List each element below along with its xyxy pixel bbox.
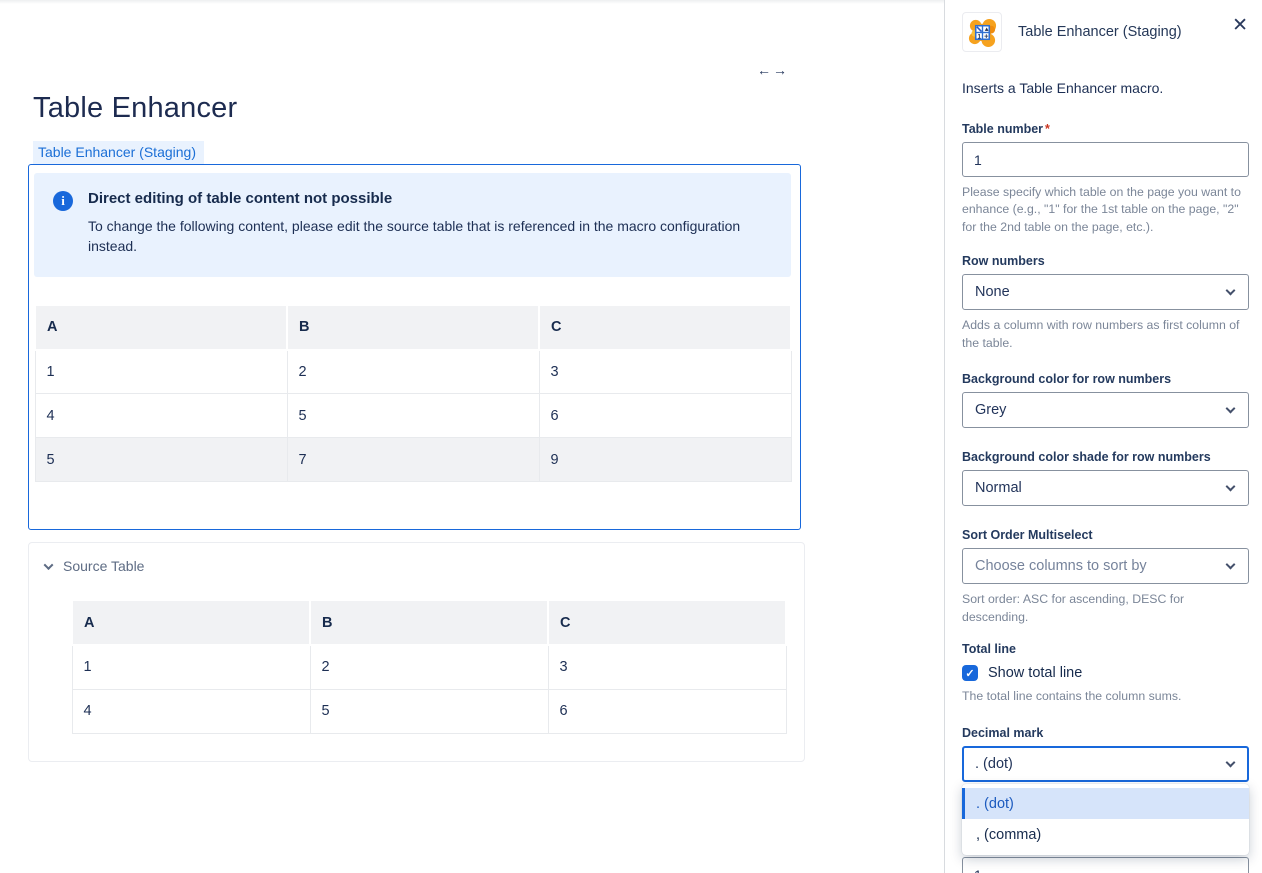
svg-text:+: + <box>984 31 988 40</box>
table-cell: 9 <box>539 438 791 482</box>
header-cell: B <box>310 600 548 645</box>
row-numbers-select[interactable]: None <box>962 274 1249 310</box>
field-label-sort-order: Sort Order Multiselect <box>962 528 1249 542</box>
source-table-toggle[interactable]: Source Table <box>39 558 804 574</box>
macro-label-link[interactable]: Table Enhancer (Staging) <box>33 141 204 164</box>
decimal-mark-value: . (dot) <box>975 756 1013 772</box>
field-label-bg-shade: Background color shade for row numbers <box>962 450 1249 464</box>
field-label-total-line: Total line <box>962 642 1249 656</box>
chevron-down-icon <box>1226 404 1236 414</box>
table-cell: 5 <box>310 689 548 733</box>
table-cell: 7 <box>287 438 539 482</box>
required-asterisk: * <box>1045 122 1050 136</box>
table-cell: 4 <box>35 394 287 438</box>
panel-description: Inserts a Table Enhancer macro. <box>962 80 1249 96</box>
info-panel: i Direct editing of table content not po… <box>34 173 791 277</box>
bg-shade-value: Normal <box>975 480 1022 496</box>
macro-preview-box[interactable]: i Direct editing of table content not po… <box>28 164 801 530</box>
field-help-table-number: Please specify which table on the page y… <box>962 184 1249 236</box>
decimal-mark-select[interactable]: . (dot) <box>962 746 1249 782</box>
field-label-table-number: Table number* <box>962 122 1249 136</box>
dropdown-option-comma[interactable]: , (comma) <box>962 819 1249 850</box>
checkbox-label: Show total line <box>988 665 1082 681</box>
page-width-resize-icon[interactable]: ←→ <box>757 62 789 78</box>
table-cell: 2 <box>287 350 539 394</box>
panel-header: 1 + Table Enhancer (Staging) ✕ <box>962 12 1249 52</box>
field-help-sort-order: Sort order: ASC for ascending, DESC for … <box>962 591 1249 626</box>
close-icon[interactable]: ✕ <box>1232 16 1248 35</box>
chevron-down-icon <box>1226 482 1236 492</box>
chevron-down-icon <box>1226 757 1236 767</box>
table-row: 1 2 3 <box>72 645 786 689</box>
info-panel-title: Direct editing of table content not poss… <box>88 190 758 207</box>
header-cell: B <box>287 305 539 350</box>
table-total-row: 5 7 9 <box>35 438 791 482</box>
dropdown-option-dot[interactable]: . (dot) <box>962 788 1249 819</box>
enhanced-table-preview: A B C 1 2 3 4 5 6 5 7 9 <box>34 304 792 483</box>
page-title[interactable]: Table Enhancer <box>33 92 944 125</box>
chevron-down-icon <box>44 560 54 570</box>
row-numbers-value: None <box>975 284 1010 300</box>
field-label-decimal-mark: Decimal mark <box>962 726 1249 740</box>
field-label-row-numbers: Row numbers <box>962 254 1249 268</box>
bg-shade-select[interactable]: Normal <box>962 470 1249 506</box>
header-cell: C <box>539 305 791 350</box>
bg-color-value: Grey <box>975 402 1006 418</box>
table-cell: 2 <box>310 645 548 689</box>
table-number-input[interactable] <box>962 142 1249 177</box>
chevron-down-icon <box>1226 560 1236 570</box>
table-row: 4 5 6 <box>72 689 786 733</box>
bg-color-select[interactable]: Grey <box>962 392 1249 428</box>
svg-text:1: 1 <box>977 33 981 40</box>
table-row: 1 2 3 <box>35 350 791 394</box>
table-cell: 3 <box>548 645 786 689</box>
macro-editor-page: ←→ Table Enhancer Table Enhancer (Stagin… <box>0 0 1262 873</box>
sort-order-multiselect[interactable]: Choose columns to sort by <box>962 548 1249 584</box>
next-field-input[interactable] <box>962 857 1249 873</box>
sort-order-placeholder: Choose columns to sort by <box>975 558 1147 574</box>
source-table-title: Source Table <box>63 558 144 574</box>
table-cell: 1 <box>72 645 310 689</box>
field-help-total-line: The total line contains the column sums. <box>962 688 1249 705</box>
info-panel-body: To change the following content, please … <box>88 216 758 257</box>
checkbox-checked-icon: ✓ <box>962 665 978 681</box>
table-cell: 4 <box>72 689 310 733</box>
table-cell: 5 <box>287 394 539 438</box>
info-panel-text: Direct editing of table content not poss… <box>88 190 758 257</box>
table-enhancer-macro-icon: 1 + <box>962 12 1002 52</box>
macro-config-panel: 1 + Table Enhancer (Staging) ✕ Inserts a… <box>945 0 1262 873</box>
header-cell: A <box>72 600 310 645</box>
panel-title: Table Enhancer (Staging) <box>1018 24 1182 40</box>
table-cell: 6 <box>539 394 791 438</box>
field-label-bg-color: Background color for row numbers <box>962 372 1249 386</box>
table-header-row: A B C <box>35 305 791 350</box>
table-cell: 6 <box>548 689 786 733</box>
table-cell: 1 <box>35 350 287 394</box>
info-icon: i <box>53 191 73 211</box>
editor-content: ←→ Table Enhancer Table Enhancer (Stagin… <box>0 0 944 873</box>
header-cell: C <box>548 600 786 645</box>
table-row: 4 5 6 <box>35 394 791 438</box>
field-help-row-numbers: Adds a column with row numbers as first … <box>962 317 1249 352</box>
source-table-section: Source Table A B C 1 2 3 4 5 6 <box>28 542 805 762</box>
show-total-line-checkbox[interactable]: ✓ Show total line <box>962 665 1249 681</box>
table-cell: 5 <box>35 438 287 482</box>
table-cell: 3 <box>539 350 791 394</box>
decimal-mark-dropdown-menu: . (dot) , (comma) <box>962 784 1249 855</box>
chevron-down-icon <box>1226 286 1236 296</box>
table-header-row: A B C <box>72 600 786 645</box>
source-table: A B C 1 2 3 4 5 6 <box>71 599 787 734</box>
header-cell: A <box>35 305 287 350</box>
